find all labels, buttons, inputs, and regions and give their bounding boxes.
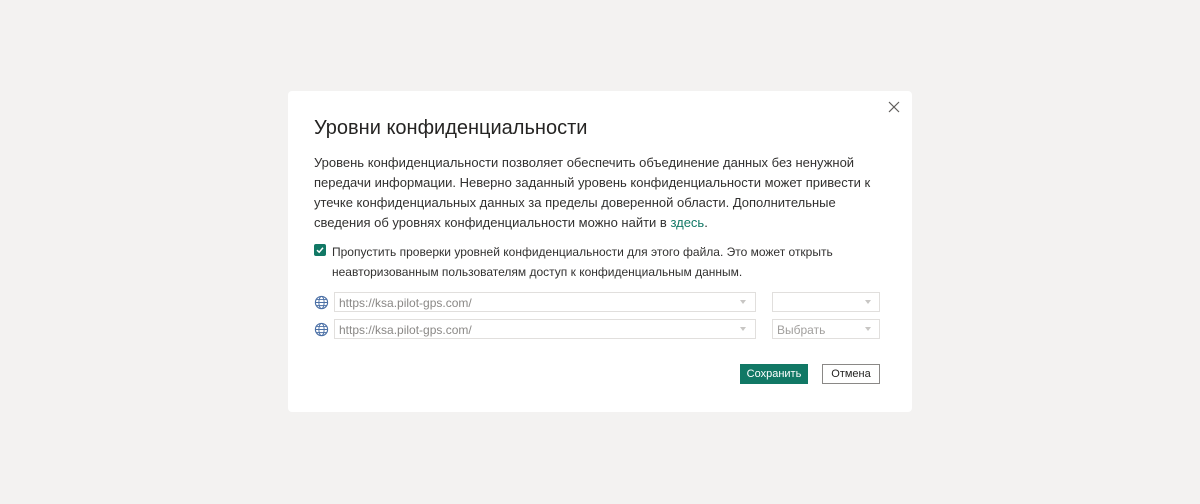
data-source-url: https://ksa.pilot-gps.com/	[339, 323, 472, 337]
chevron-down-icon	[865, 327, 871, 331]
privacy-level-select[interactable]	[772, 292, 880, 312]
data-source-row: https://ksa.pilot-gps.com/	[314, 292, 884, 312]
privacy-levels-dialog: Уровни конфиденциальности Уровень конфид…	[288, 91, 912, 412]
chevron-down-icon	[740, 300, 746, 304]
dialog-description: Уровень конфиденциальности позволяет обе…	[314, 153, 884, 233]
globe-icon	[314, 295, 329, 310]
data-source-row: https://ksa.pilot-gps.com/ Выбрать	[314, 319, 884, 339]
save-button[interactable]: Сохранить	[740, 364, 808, 384]
chevron-down-icon	[865, 300, 871, 304]
description-end: .	[704, 215, 708, 230]
privacy-level-select[interactable]: Выбрать	[772, 319, 880, 339]
details-link[interactable]: здесь	[670, 215, 704, 230]
chevron-down-icon	[740, 327, 746, 331]
globe-icon	[314, 322, 329, 337]
cancel-button[interactable]: Отмена	[822, 364, 880, 384]
skip-privacy-checkbox[interactable]	[314, 244, 326, 256]
privacy-level-value: Выбрать	[777, 323, 826, 337]
dialog-title: Уровни конфиденциальности	[314, 117, 588, 139]
description-text: Уровень конфиденциальности позволяет обе…	[314, 155, 871, 230]
checkmark-icon	[316, 247, 324, 254]
data-source-url-select[interactable]: https://ksa.pilot-gps.com/	[334, 319, 756, 339]
data-source-url: https://ksa.pilot-gps.com/	[339, 296, 472, 310]
close-icon[interactable]	[886, 99, 902, 115]
skip-privacy-label: Пропустить проверки уровней конфиденциал…	[332, 245, 833, 279]
data-source-url-select[interactable]: https://ksa.pilot-gps.com/	[334, 292, 756, 312]
